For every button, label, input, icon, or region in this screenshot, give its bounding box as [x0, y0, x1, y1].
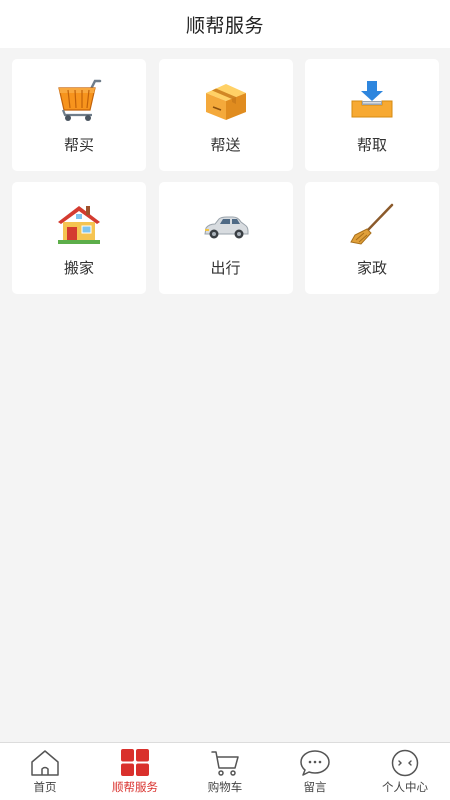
- car-icon: [201, 202, 251, 246]
- chat-bubble-icon: [299, 749, 331, 777]
- house-icon: [54, 202, 104, 246]
- service-card-buy[interactable]: 帮买: [12, 59, 146, 171]
- tab-label: 个人中心: [382, 780, 428, 794]
- page-header: 顺帮服务: [0, 0, 450, 48]
- tab-cart[interactable]: 购物车: [180, 743, 270, 800]
- shopping-cart-icon: [54, 79, 104, 123]
- tab-home[interactable]: 首页: [0, 743, 90, 800]
- service-label: 帮取: [356, 136, 387, 154]
- service-grid: 帮买 帮送 帮取 搬家 出行 家政: [12, 59, 439, 294]
- tab-label: 顺帮服务: [112, 780, 158, 794]
- broom-icon: [347, 202, 397, 246]
- page-title: 顺帮服务: [185, 14, 264, 37]
- tab-messages[interactable]: 留言: [270, 743, 360, 800]
- service-card-travel[interactable]: 出行: [158, 182, 293, 294]
- tab-label: 购物车: [207, 780, 243, 794]
- service-card-moving[interactable]: 搬家: [12, 182, 146, 294]
- service-card-pickup[interactable]: 帮取: [305, 59, 439, 171]
- inbox-download-icon: [347, 79, 397, 123]
- cart-icon: [209, 749, 241, 777]
- service-label: 帮送: [210, 136, 241, 154]
- service-card-housekeeping[interactable]: 家政: [305, 182, 439, 294]
- profile-face-icon: [389, 749, 421, 777]
- package-box-icon: [201, 79, 251, 123]
- tab-services[interactable]: 顺帮服务: [90, 743, 180, 800]
- service-card-deliver[interactable]: 帮送: [158, 59, 293, 171]
- tab-label: 首页: [33, 780, 57, 794]
- tab-profile[interactable]: 个人中心: [360, 743, 450, 800]
- service-label: 搬家: [63, 259, 94, 277]
- grid-icon: [119, 749, 151, 777]
- home-icon: [29, 749, 61, 777]
- bottom-tab-bar: 首页 顺帮服务 购物车 留言 个人中心: [0, 742, 450, 800]
- tab-label: 留言: [303, 780, 327, 794]
- service-label: 出行: [210, 259, 241, 277]
- service-label: 帮买: [63, 136, 94, 154]
- service-label: 家政: [356, 259, 387, 277]
